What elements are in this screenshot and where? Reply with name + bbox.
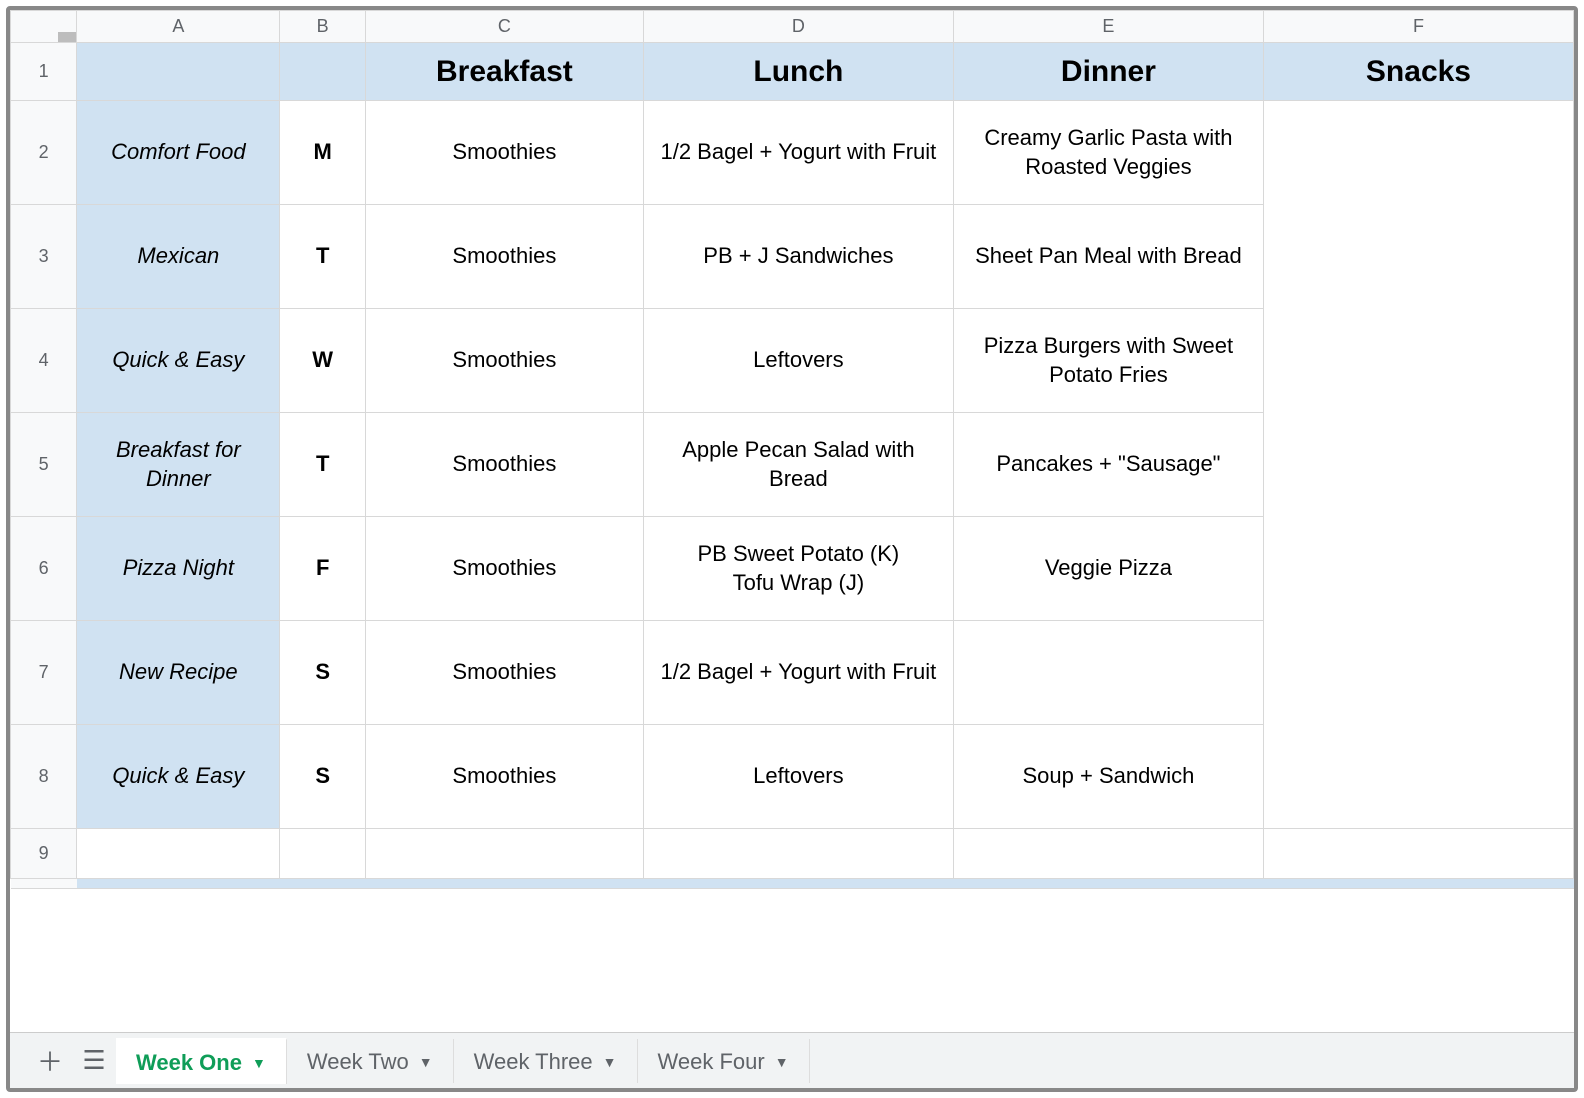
- cell-dinner[interactable]: Sheet Pan Meal with Bread: [953, 205, 1263, 309]
- cell-empty[interactable]: [1263, 829, 1573, 879]
- cell-day[interactable]: T: [280, 205, 366, 309]
- cell-lunch[interactable]: PB Sweet Potato (K) Tofu Wrap (J): [643, 517, 953, 621]
- tab-week-three[interactable]: Week Three ▼: [454, 1039, 638, 1083]
- tab-label: Week One: [136, 1050, 242, 1076]
- add-sheet-button[interactable]: ＋: [28, 1039, 72, 1083]
- spreadsheet-frame: A B C D E F 1 Breakfast Lunch Dinner Sna…: [6, 6, 1578, 1092]
- header-lunch[interactable]: Lunch: [643, 43, 953, 101]
- cell-day[interactable]: M: [280, 101, 366, 205]
- chevron-down-icon: ▼: [775, 1054, 789, 1070]
- cell-breakfast[interactable]: Smoothies: [365, 101, 643, 205]
- cell-theme[interactable]: New Recipe: [77, 621, 280, 725]
- row-header-5[interactable]: 5: [11, 413, 77, 517]
- cell-lunch[interactable]: Leftovers: [643, 309, 953, 413]
- col-header-F[interactable]: F: [1263, 11, 1573, 43]
- cell-empty[interactable]: [77, 829, 280, 879]
- cell-dinner[interactable]: Pancakes + "Sausage": [953, 413, 1263, 517]
- cell-day[interactable]: F: [280, 517, 366, 621]
- col-header-E[interactable]: E: [953, 11, 1263, 43]
- cell-theme[interactable]: Mexican: [77, 205, 280, 309]
- tab-week-two[interactable]: Week Two ▼: [287, 1039, 454, 1083]
- sheet-tab-bar: ＋ ☰ Week One ▼ Week Two ▼ Week Three ▼ W…: [10, 1032, 1574, 1088]
- cell-dinner[interactable]: [953, 621, 1263, 725]
- row-header-1[interactable]: 1: [11, 43, 77, 101]
- cell-lunch[interactable]: PB + J Sandwiches: [643, 205, 953, 309]
- grid-area[interactable]: A B C D E F 1 Breakfast Lunch Dinner Sna…: [10, 10, 1574, 1032]
- cell-day[interactable]: T: [280, 413, 366, 517]
- cell-A1[interactable]: [77, 43, 280, 101]
- cell-day[interactable]: S: [280, 621, 366, 725]
- col-header-D[interactable]: D: [643, 11, 953, 43]
- cell-dinner[interactable]: Creamy Garlic Pasta with Roasted Veggies: [953, 101, 1263, 205]
- header-breakfast[interactable]: Breakfast: [365, 43, 643, 101]
- cell-lunch[interactable]: 1/2 Bagel + Yogurt with Fruit: [643, 621, 953, 725]
- all-sheets-button[interactable]: ☰: [72, 1039, 116, 1083]
- row-header-2[interactable]: 2: [11, 101, 77, 205]
- row-header-7[interactable]: 7: [11, 621, 77, 725]
- row-header-extra[interactable]: [11, 879, 77, 889]
- row-header-3[interactable]: 3: [11, 205, 77, 309]
- cell-dinner[interactable]: Veggie Pizza: [953, 517, 1263, 621]
- cell-theme[interactable]: Quick & Easy: [77, 725, 280, 829]
- select-all-corner[interactable]: [11, 11, 77, 43]
- menu-icon: ☰: [82, 1045, 105, 1076]
- cell-lunch[interactable]: 1/2 Bagel + Yogurt with Fruit: [643, 101, 953, 205]
- chevron-down-icon: ▼: [252, 1055, 266, 1071]
- cell-lunch[interactable]: Leftovers: [643, 725, 953, 829]
- cell-empty[interactable]: [643, 829, 953, 879]
- cell-breakfast[interactable]: Smoothies: [365, 621, 643, 725]
- cell-theme[interactable]: Pizza Night: [77, 517, 280, 621]
- cell-breakfast[interactable]: Smoothies: [365, 205, 643, 309]
- cell-day[interactable]: W: [280, 309, 366, 413]
- cell-empty[interactable]: [953, 829, 1263, 879]
- spreadsheet-grid[interactable]: A B C D E F 1 Breakfast Lunch Dinner Sna…: [10, 10, 1574, 889]
- blue-strip: [77, 879, 1574, 889]
- tab-label: Week Two: [307, 1049, 409, 1075]
- tab-label: Week Four: [658, 1049, 765, 1075]
- tab-label: Week Three: [474, 1049, 593, 1075]
- cell-snacks-merged[interactable]: [1263, 101, 1573, 829]
- row-header-4[interactable]: 4: [11, 309, 77, 413]
- cell-breakfast[interactable]: Smoothies: [365, 725, 643, 829]
- cell-theme[interactable]: Quick & Easy: [77, 309, 280, 413]
- cell-day[interactable]: S: [280, 725, 366, 829]
- cell-dinner[interactable]: Pizza Burgers with Sweet Potato Fries: [953, 309, 1263, 413]
- tab-week-four[interactable]: Week Four ▼: [638, 1039, 810, 1083]
- cell-empty[interactable]: [365, 829, 643, 879]
- plus-icon: ＋: [37, 1042, 63, 1079]
- row-header-9[interactable]: 9: [11, 829, 77, 879]
- chevron-down-icon: ▼: [603, 1054, 617, 1070]
- cell-lunch[interactable]: Apple Pecan Salad with Bread: [643, 413, 953, 517]
- row-header-6[interactable]: 6: [11, 517, 77, 621]
- cell-dinner[interactable]: Soup + Sandwich: [953, 725, 1263, 829]
- col-header-C[interactable]: C: [365, 11, 643, 43]
- cell-empty[interactable]: [280, 829, 366, 879]
- cell-theme[interactable]: Breakfast for Dinner: [77, 413, 280, 517]
- col-header-B[interactable]: B: [280, 11, 366, 43]
- cell-breakfast[interactable]: Smoothies: [365, 517, 643, 621]
- row-header-8[interactable]: 8: [11, 725, 77, 829]
- cell-B1[interactable]: [280, 43, 366, 101]
- cell-breakfast[interactable]: Smoothies: [365, 413, 643, 517]
- chevron-down-icon: ▼: [419, 1054, 433, 1070]
- col-header-A[interactable]: A: [77, 11, 280, 43]
- header-dinner[interactable]: Dinner: [953, 43, 1263, 101]
- header-snacks[interactable]: Snacks: [1263, 43, 1573, 101]
- cell-theme[interactable]: Comfort Food: [77, 101, 280, 205]
- tab-week-one[interactable]: Week One ▼: [116, 1038, 287, 1084]
- cell-breakfast[interactable]: Smoothies: [365, 309, 643, 413]
